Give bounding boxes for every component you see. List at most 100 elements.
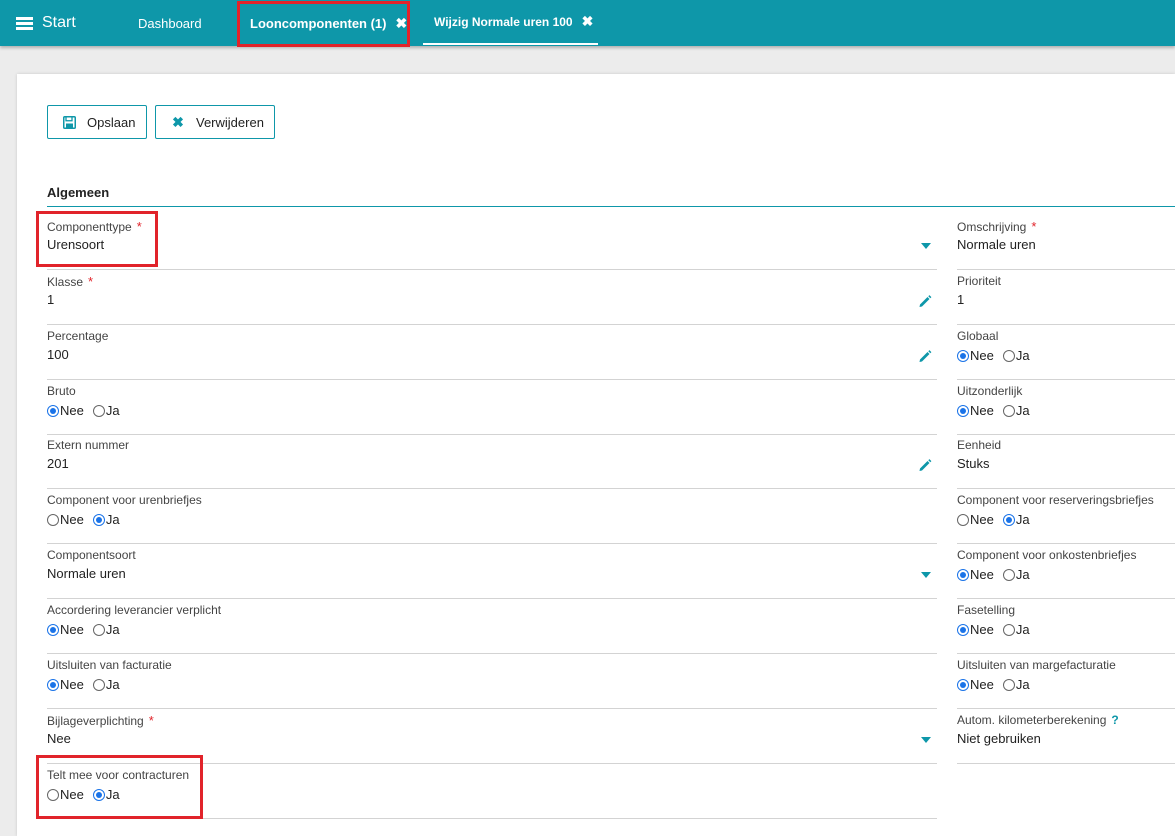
start-label: Start bbox=[42, 14, 76, 31]
radio-group: Nee Ja bbox=[47, 677, 129, 692]
delete-button[interactable]: ✖ Verwijderen bbox=[155, 105, 275, 139]
radio-ja[interactable]: Ja bbox=[1002, 622, 1030, 637]
radio-group: Nee Ja bbox=[957, 403, 1039, 418]
form-panel: Opslaan ✖ Verwijderen Algemeen Component… bbox=[17, 74, 1175, 836]
field-label: Fasetelling bbox=[957, 603, 1016, 617]
globaal-field: Globaal Nee Ja bbox=[957, 328, 1175, 380]
extern-nummer-value: 201 bbox=[47, 456, 69, 471]
field-label: Omschrijving * bbox=[957, 219, 1037, 234]
pencil-edit-icon[interactable] bbox=[917, 348, 933, 364]
kilometerberekening-value[interactable]: Niet gebruiken bbox=[957, 731, 1041, 746]
field-label: Component voor reserveringsbriefjes bbox=[957, 493, 1154, 507]
margefacturatie-field: Uitsluiten van margefacturatie Nee Ja bbox=[957, 657, 1175, 709]
radio-ja[interactable]: Ja bbox=[1002, 403, 1030, 418]
radio-ja[interactable]: Ja bbox=[92, 677, 120, 692]
section-title: Algemeen bbox=[47, 185, 110, 200]
componenttype-field[interactable]: Componenttype * Urensoort bbox=[47, 218, 937, 270]
componentsoort-field[interactable]: Componentsoort Normale uren bbox=[47, 547, 937, 599]
radio-group: Nee Ja bbox=[957, 567, 1039, 582]
reserveringsbriefjes-field: Component voor reserveringsbriefjes Nee … bbox=[957, 492, 1175, 544]
radio-group: Nee Ja bbox=[957, 677, 1039, 692]
radio-group: Nee Ja bbox=[47, 622, 129, 637]
percentage-value: 100 bbox=[47, 347, 69, 362]
prioriteit-value[interactable]: 1 bbox=[957, 292, 964, 307]
radio-ja[interactable]: Ja bbox=[1002, 677, 1030, 692]
radio-group: Nee Ja bbox=[47, 403, 129, 418]
radio-ja[interactable]: Ja bbox=[1002, 512, 1030, 527]
eenheid-value[interactable]: Stuks bbox=[957, 456, 990, 471]
save-label: Opslaan bbox=[87, 114, 136, 130]
tab-looncomponenten[interactable]: Looncomponenten (1) ✖ bbox=[250, 0, 407, 46]
pencil-edit-icon[interactable] bbox=[917, 293, 933, 309]
chevron-down-icon[interactable] bbox=[921, 572, 931, 578]
bijlageverplichting-select[interactable]: Nee bbox=[47, 731, 71, 746]
tab-dashboard[interactable]: Dashboard bbox=[138, 0, 202, 46]
radio-ja[interactable]: Ja bbox=[92, 403, 120, 418]
percentage-field[interactable]: Percentage 100 bbox=[47, 328, 937, 380]
field-label: Extern nummer bbox=[47, 438, 130, 452]
omschrijving-value[interactable]: Normale uren bbox=[957, 237, 1036, 252]
contracturen-field: Telt mee voor contracturen Nee Ja bbox=[47, 767, 937, 819]
help-icon[interactable]: ? bbox=[1111, 713, 1118, 727]
radio-nee[interactable]: Nee bbox=[957, 512, 994, 527]
radio-nee[interactable]: Nee bbox=[47, 677, 84, 692]
radio-nee[interactable]: Nee bbox=[957, 348, 994, 363]
radio-ja[interactable]: Ja bbox=[1002, 567, 1030, 582]
uitsluiten-facturatie-field: Uitsluiten van facturatie Nee Ja bbox=[47, 657, 937, 709]
accordering-field: Accordering leverancier verplicht Nee Ja bbox=[47, 602, 937, 654]
tab-wijzig-label: Wijzig Normale uren 100 bbox=[434, 14, 573, 29]
tab-wijzig-normale-uren[interactable]: Wijzig Normale uren 100 ✖ bbox=[423, 0, 598, 45]
field-label: Uitsluiten van margefacturatie bbox=[957, 658, 1116, 672]
radio-ja[interactable]: Ja bbox=[92, 622, 120, 637]
pencil-edit-icon[interactable] bbox=[917, 457, 933, 473]
radio-nee[interactable]: Nee bbox=[47, 787, 84, 802]
close-tab-icon[interactable]: ✖ bbox=[396, 15, 408, 32]
field-label: Component voor onkostenbriefjes bbox=[957, 548, 1137, 562]
prioriteit-field[interactable]: Prioriteit 1 bbox=[957, 273, 1175, 325]
radio-nee[interactable]: Nee bbox=[957, 567, 994, 582]
fasetelling-field: Fasetelling Nee Ja bbox=[957, 602, 1175, 654]
chevron-down-icon[interactable] bbox=[921, 737, 931, 743]
bijlageverplichting-field[interactable]: Bijlageverplichting * Nee bbox=[47, 712, 937, 764]
extern-nummer-field[interactable]: Extern nummer 201 bbox=[47, 437, 937, 489]
close-icon: ✖ bbox=[172, 113, 184, 130]
componenttype-select[interactable]: Urensoort bbox=[47, 237, 104, 252]
start-menu-button[interactable]: Start bbox=[16, 12, 76, 34]
field-label: Globaal bbox=[957, 329, 999, 343]
radio-group: Nee Ja bbox=[957, 348, 1039, 363]
radio-nee[interactable]: Nee bbox=[47, 622, 84, 637]
field-label: Bruto bbox=[47, 384, 76, 398]
section-divider bbox=[47, 206, 1175, 207]
klasse-field[interactable]: Klasse * 1 bbox=[47, 273, 937, 325]
radio-group: Nee Ja bbox=[47, 787, 129, 802]
field-label: Uitsluiten van facturatie bbox=[47, 658, 172, 672]
eenheid-field[interactable]: Eenheid Stuks bbox=[957, 437, 1175, 489]
field-label: Telt mee voor contracturen bbox=[47, 768, 190, 782]
field-label: Component voor urenbriefjes bbox=[47, 493, 202, 507]
radio-nee[interactable]: Nee bbox=[47, 512, 84, 527]
radio-nee[interactable]: Nee bbox=[957, 403, 994, 418]
field-label: Bijlageverplichting * bbox=[47, 713, 154, 728]
close-tab-icon[interactable]: ✖ bbox=[582, 13, 594, 30]
omschrijving-field[interactable]: Omschrijving * Normale uren bbox=[957, 218, 1175, 270]
top-navigation-bar: Start Dashboard Looncomponenten (1) ✖ Wi… bbox=[0, 0, 1175, 46]
save-button[interactable]: Opslaan bbox=[47, 105, 147, 139]
chevron-down-icon[interactable] bbox=[921, 243, 931, 249]
kilometerberekening-field[interactable]: Autom. kilometerberekening? Niet gebruik… bbox=[957, 712, 1175, 764]
radio-nee[interactable]: Nee bbox=[47, 403, 84, 418]
field-label: Componenttype * bbox=[47, 219, 142, 234]
radio-ja[interactable]: Ja bbox=[92, 787, 120, 802]
field-label: Percentage bbox=[47, 329, 109, 343]
radio-nee[interactable]: Nee bbox=[957, 677, 994, 692]
tab-dashboard-label: Dashboard bbox=[138, 15, 202, 31]
componentsoort-select[interactable]: Normale uren bbox=[47, 566, 126, 581]
onkostenbriefjes-field: Component voor onkostenbriefjes Nee Ja bbox=[957, 547, 1175, 599]
radio-ja[interactable]: Ja bbox=[92, 512, 120, 527]
radio-nee[interactable]: Nee bbox=[957, 622, 994, 637]
field-label: Prioriteit bbox=[957, 274, 1002, 288]
radio-group: Nee Ja bbox=[957, 622, 1039, 637]
radio-ja[interactable]: Ja bbox=[1002, 348, 1030, 363]
field-label: Accordering leverancier verplicht bbox=[47, 603, 222, 617]
radio-group: Nee Ja bbox=[957, 512, 1039, 527]
field-label: Componentsoort bbox=[47, 548, 136, 562]
